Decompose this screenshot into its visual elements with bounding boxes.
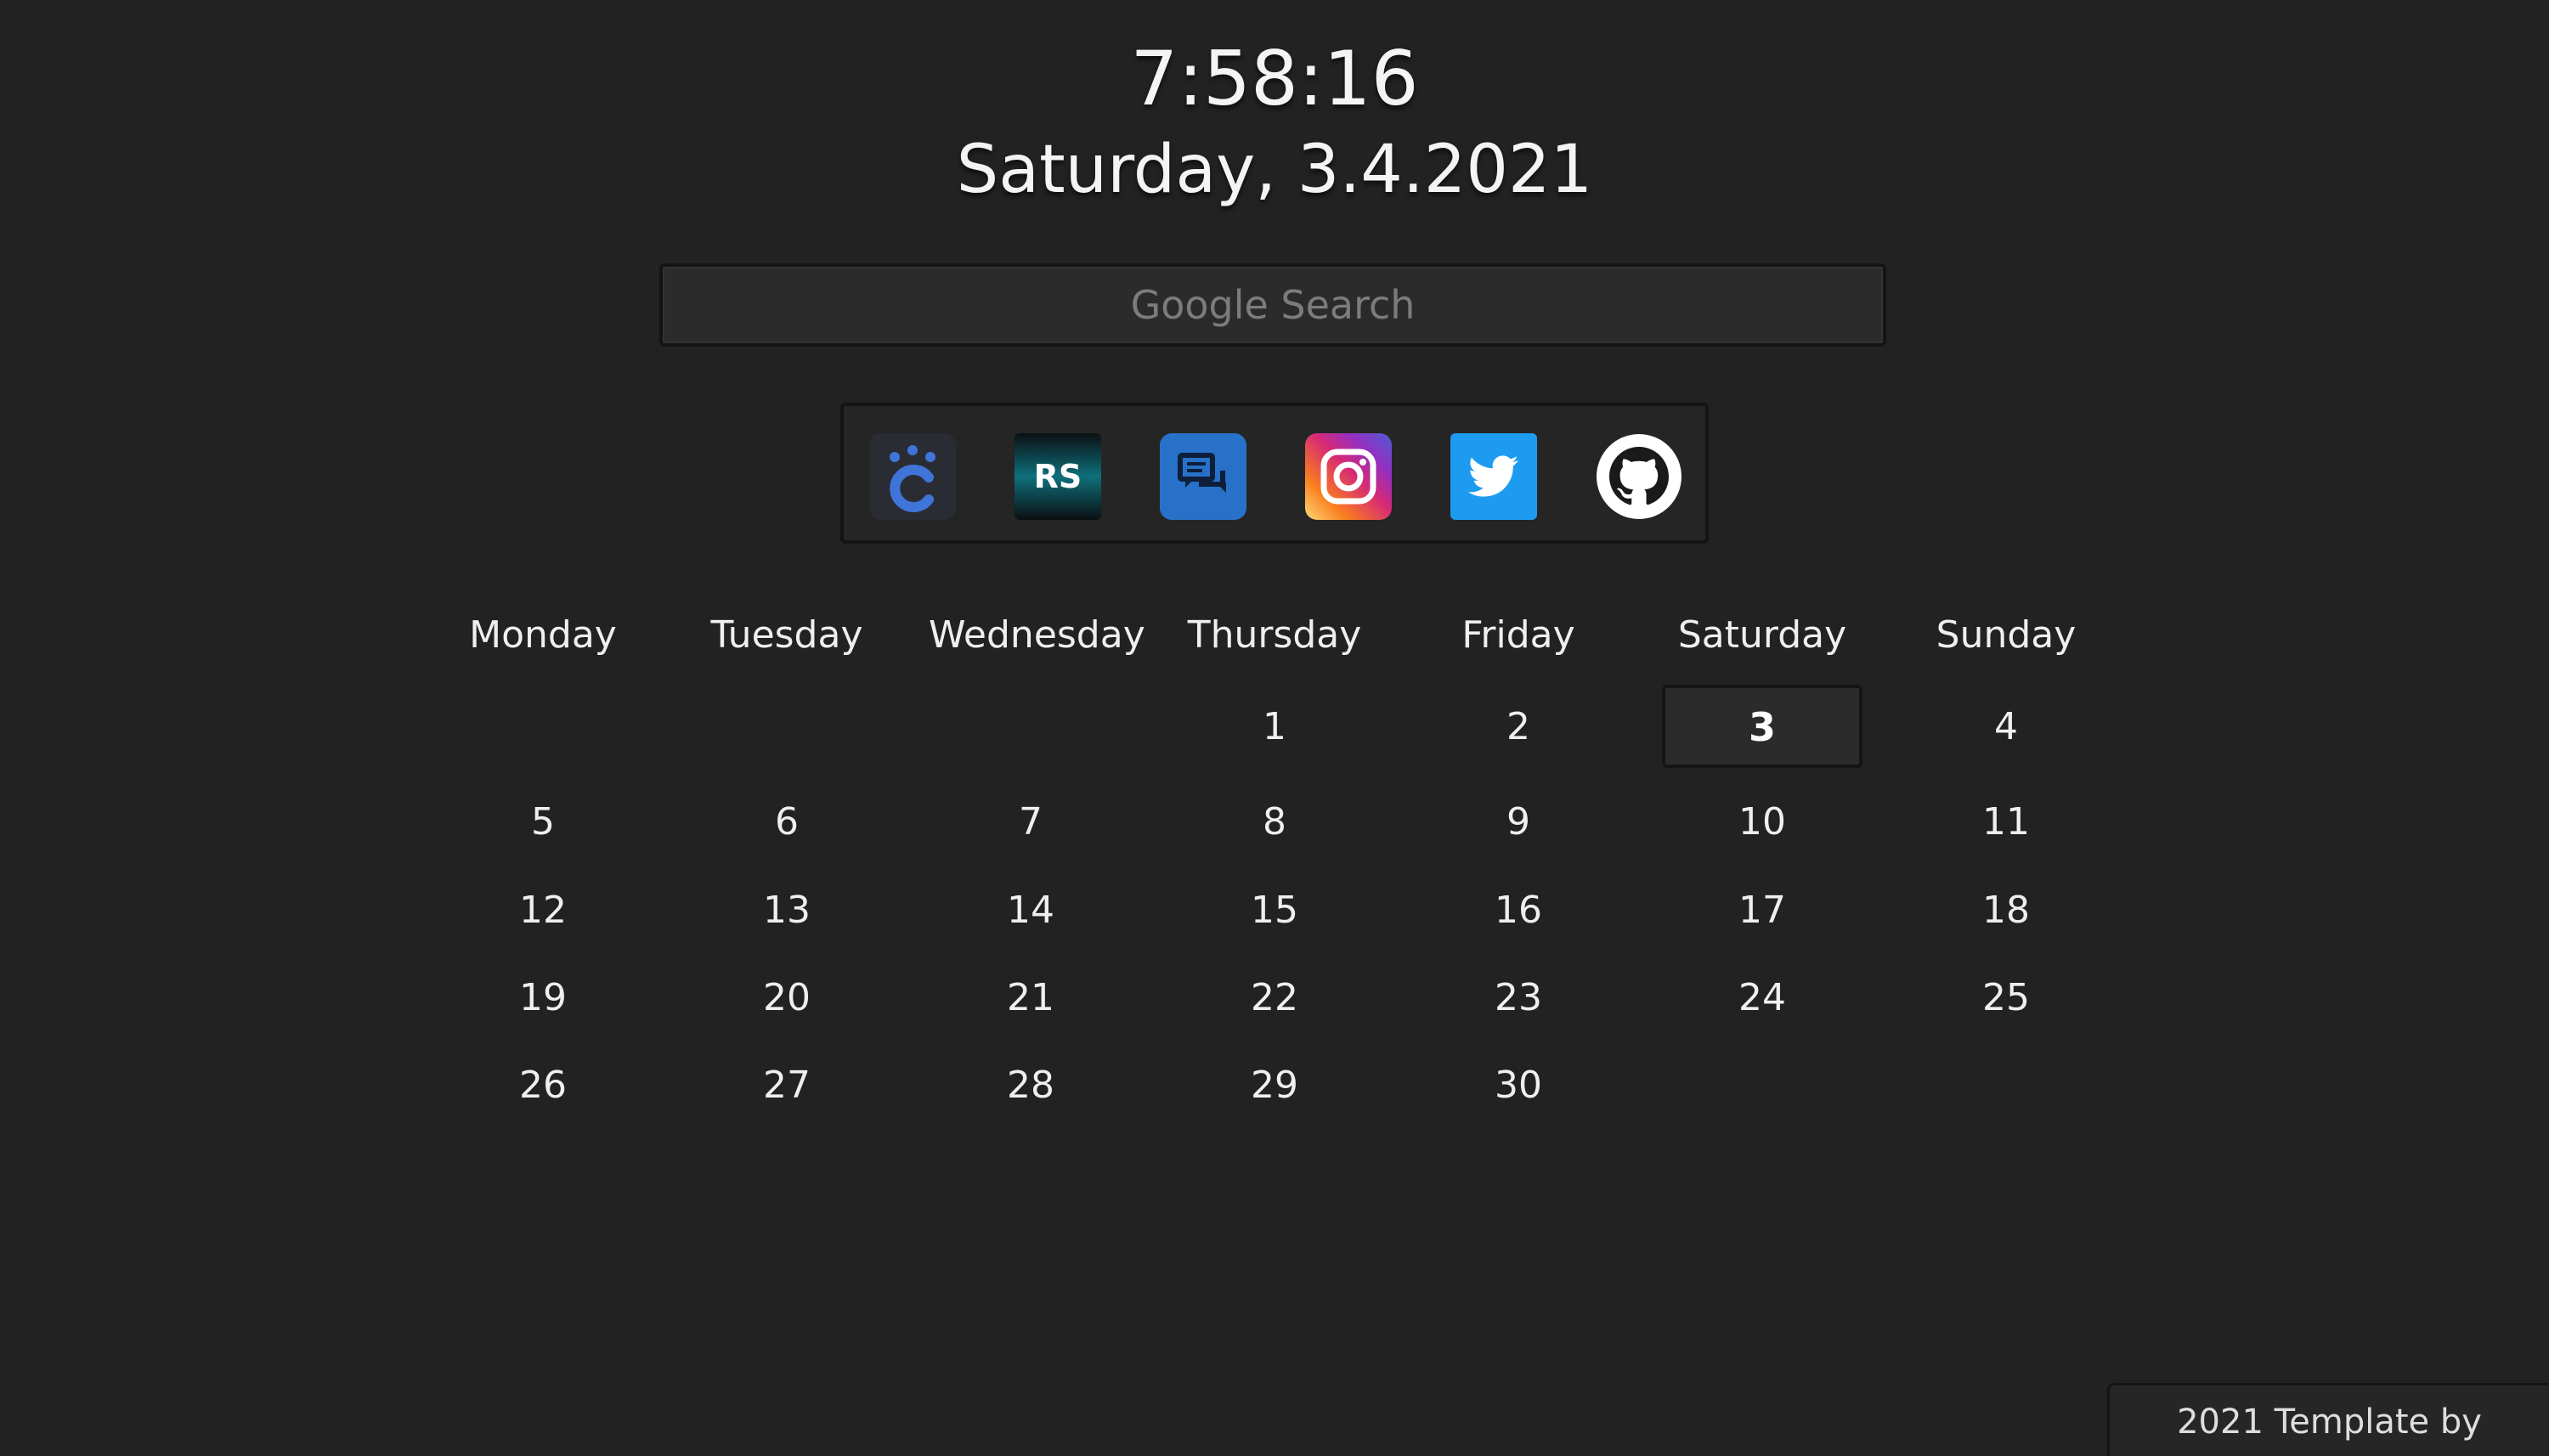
calendar-day[interactable]: 19 <box>441 973 645 1024</box>
weekday-saturday: Saturday <box>1677 613 1847 657</box>
weekday-sunday: Sunday <box>1936 613 2077 657</box>
calendar-day[interactable]: 11 <box>1904 797 2108 848</box>
search-box <box>659 263 1886 347</box>
calendar-day[interactable]: 13 <box>685 885 889 936</box>
calendar-day[interactable]: 18 <box>1904 885 2108 936</box>
weekday-wednesday: Wednesday <box>929 613 1145 657</box>
calendar-day[interactable]: 2 <box>1416 702 1620 753</box>
clock-time: 7:58:16 <box>1130 35 1419 122</box>
github-icon[interactable] <box>1596 433 1682 520</box>
rs-icon[interactable]: RS <box>1015 433 1101 520</box>
calendar-day[interactable]: 7 <box>929 797 1133 848</box>
weekday-tuesday: Tuesday <box>710 613 863 657</box>
calendar-day[interactable]: 12 <box>441 885 645 936</box>
instagram-icon[interactable] <box>1305 433 1392 520</box>
calendar-day[interactable]: 8 <box>1173 797 1376 848</box>
calendar-day[interactable]: 27 <box>685 1060 889 1111</box>
paw-c-icon[interactable] <box>869 433 956 520</box>
calendar-day[interactable]: 26 <box>441 1060 645 1111</box>
weekday-monday: Monday <box>469 613 617 657</box>
calendar-day[interactable]: 23 <box>1416 973 1620 1024</box>
weekday-friday: Friday <box>1461 613 1575 657</box>
calendar-day[interactable]: 4 <box>1904 702 2108 753</box>
calendar-today[interactable]: 3 <box>1662 685 1862 768</box>
calendar-day[interactable]: 29 <box>1173 1060 1376 1111</box>
calendar-day[interactable]: 28 <box>929 1060 1133 1111</box>
calendar-day[interactable]: 22 <box>1173 973 1376 1024</box>
chat-icon[interactable] <box>1160 433 1246 520</box>
calendar-day[interactable]: 1 <box>1173 702 1376 753</box>
calendar-day[interactable]: 20 <box>685 973 889 1024</box>
calendar-day[interactable]: 25 <box>1904 973 2108 1024</box>
calendar-day[interactable]: 9 <box>1416 797 1620 848</box>
calendar-day[interactable]: 21 <box>929 973 1133 1024</box>
calendar-day[interactable]: 30 <box>1416 1060 1620 1111</box>
calendar-day[interactable]: 16 <box>1416 885 1620 936</box>
weekday-thursday: Thursday <box>1187 613 1362 657</box>
calendar-day[interactable]: 14 <box>929 885 1133 936</box>
current-date: Saturday, 3.4.2021 <box>956 132 1593 208</box>
quick-links-bar: RS <box>840 403 1709 544</box>
calendar-day[interactable]: 15 <box>1173 885 1376 936</box>
svg-text:RS: RS <box>1034 458 1082 495</box>
calendar-day[interactable]: 6 <box>685 797 889 848</box>
calendar-day[interactable]: 10 <box>1660 797 1864 848</box>
calendar-day[interactable]: 5 <box>441 797 645 848</box>
search-input[interactable] <box>663 267 1883 343</box>
calendar-day[interactable]: 17 <box>1660 885 1864 936</box>
twitter-icon[interactable] <box>1450 433 1537 520</box>
footer-credit: 2021 Template by pawcode <box>2107 1383 2549 1456</box>
calendar-day[interactable]: 24 <box>1660 973 1864 1024</box>
start-page: 7:58:16 Saturday, 3.4.2021 RS <box>0 0 2549 1456</box>
